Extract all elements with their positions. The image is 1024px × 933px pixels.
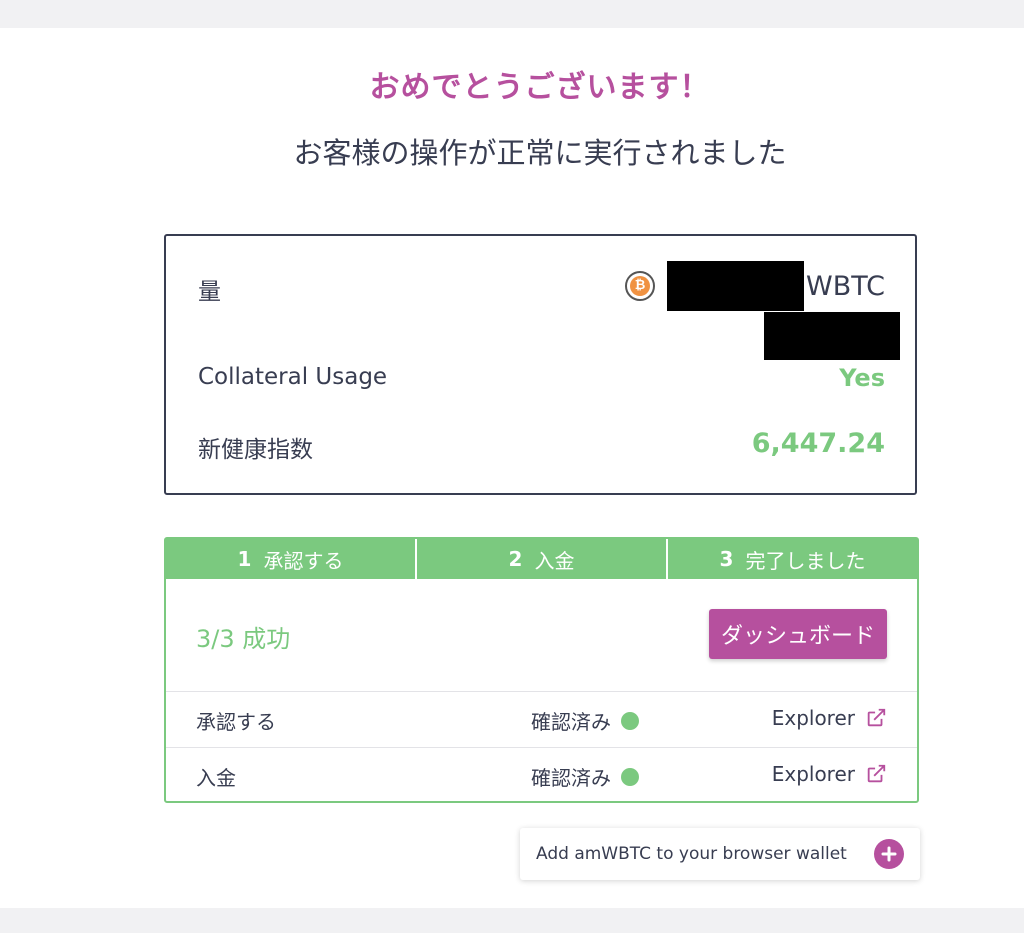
step-number: 1 xyxy=(237,547,252,571)
transaction-status: 確認済み xyxy=(531,762,639,791)
status-dot-icon xyxy=(621,767,639,786)
steps-header: 1 承認する 2 入金 3 完了しました xyxy=(166,539,917,579)
step-deposit: 2 入金 xyxy=(417,539,668,579)
transaction-row: 入金 確認済み Explorer xyxy=(166,748,917,803)
collateral-label: Collateral Usage xyxy=(198,364,388,390)
step-number: 3 xyxy=(719,547,734,571)
external-link-icon xyxy=(867,764,886,783)
steps-card: 1 承認する 2 入金 3 完了しました 3/3 成功 ダッシュボード 承認する… xyxy=(164,537,919,803)
result-row: 3/3 成功 ダッシュボード xyxy=(166,579,917,692)
bitcoin-icon: ₿ xyxy=(625,271,656,301)
transaction-label: 入金 xyxy=(196,766,236,790)
success-status: 3/3 成功 xyxy=(196,625,291,653)
explorer-label: Explorer xyxy=(771,706,855,730)
redacted-amount xyxy=(667,261,805,311)
step-number: 2 xyxy=(508,547,523,571)
step-label: 入金 xyxy=(534,548,575,573)
external-link-icon xyxy=(867,708,886,727)
health-value: 6,447.24 xyxy=(751,428,885,459)
transaction-row: 承認する 確認済み Explorer xyxy=(166,692,917,748)
amount-symbol: WBTC xyxy=(806,270,885,302)
summary-card: 量 ₿ WBTC Collateral Usage Yes 新健康指数 6,44… xyxy=(164,234,917,495)
explorer-label: Explorer xyxy=(771,762,855,786)
plus-icon xyxy=(874,839,904,869)
add-to-wallet-button[interactable]: Add amWBTC to your browser wallet xyxy=(520,828,920,880)
add-to-wallet-label: Add amWBTC to your browser wallet xyxy=(536,844,847,864)
footer-strip xyxy=(0,908,1024,933)
transaction-label: 承認する xyxy=(196,710,276,734)
step-label: 承認する xyxy=(263,548,344,573)
step-finished: 3 完了しました xyxy=(668,539,917,579)
transaction-status: 確認済み xyxy=(531,706,639,735)
amount-value: ₿ WBTC xyxy=(625,261,885,311)
congrats-title: おめでとうございます！ xyxy=(369,70,711,105)
amount-label: 量 xyxy=(198,279,221,305)
collateral-value: Yes xyxy=(839,364,885,392)
redacted-usd-value xyxy=(764,312,900,360)
step-label: 完了しました xyxy=(745,548,866,573)
explorer-link[interactable]: Explorer xyxy=(772,706,887,730)
status-text: 確認済み xyxy=(531,710,611,734)
explorer-link[interactable]: Explorer xyxy=(772,762,887,786)
step-approve: 1 承認する xyxy=(166,539,417,579)
success-subtitle: お客様の操作が正常に実行されました xyxy=(293,136,787,170)
health-label: 新健康指数 xyxy=(198,437,313,463)
status-text: 確認済み xyxy=(531,766,611,790)
dashboard-button[interactable]: ダッシュボード xyxy=(709,609,887,659)
status-dot-icon xyxy=(621,711,639,730)
